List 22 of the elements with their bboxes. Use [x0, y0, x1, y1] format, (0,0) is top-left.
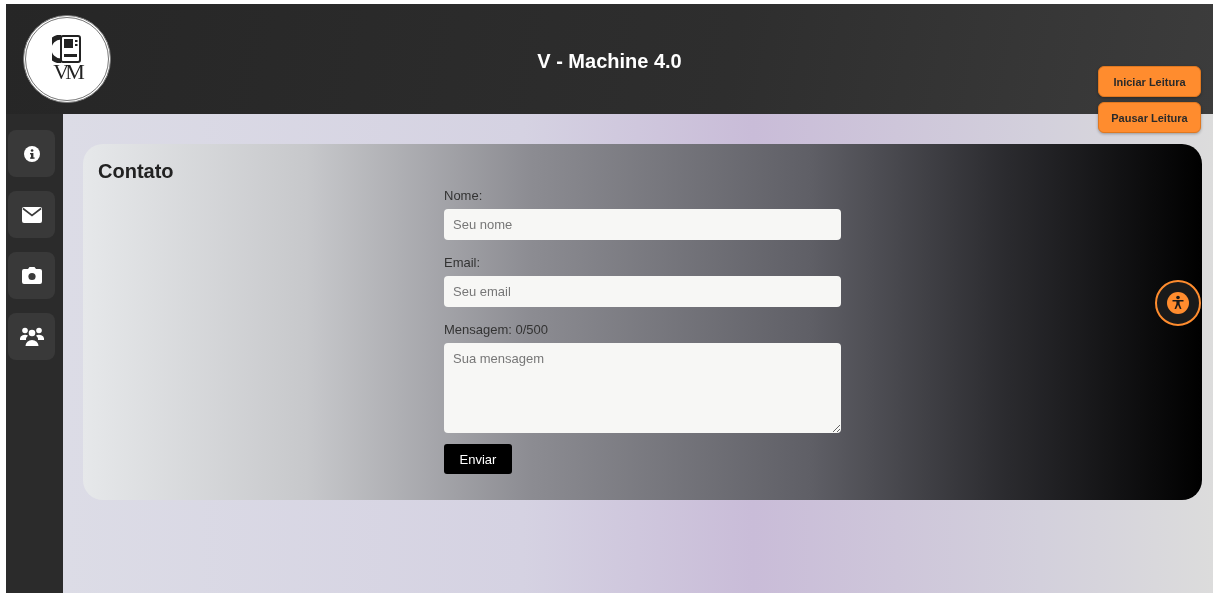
input-field[interactable]: Seu email — [444, 276, 841, 307]
section-title: Contato — [98, 160, 174, 183]
logo-text: VM — [53, 61, 81, 83]
users-icon — [19, 327, 44, 346]
send-button[interactable]: Enviar — [444, 444, 512, 474]
users-nav-button[interactable] — [8, 313, 55, 360]
reading-button[interactable]: Iniciar Leitura — [1098, 66, 1201, 97]
camera-nav-button[interactable] — [8, 252, 55, 299]
field-label: Email: — [444, 255, 481, 270]
reading-button[interactable]: Pausar Leitura — [1098, 102, 1201, 133]
field-label: Mensagem: 0/500 — [444, 322, 549, 337]
mail-icon — [21, 206, 42, 223]
app-title: V - Machine 4.0 — [537, 50, 682, 72]
info-icon — [22, 144, 41, 163]
camera-icon — [21, 267, 42, 284]
mail-nav-button[interactable] — [8, 191, 55, 238]
vending-machine-icon — [52, 35, 82, 63]
input-field[interactable]: Seu nome — [444, 209, 841, 240]
info-nav-button[interactable] — [8, 130, 55, 177]
message-field[interactable]: Sua mensagem — [444, 343, 841, 433]
accessibility-icon — [1167, 292, 1189, 314]
field-label: Nome: — [444, 188, 483, 203]
